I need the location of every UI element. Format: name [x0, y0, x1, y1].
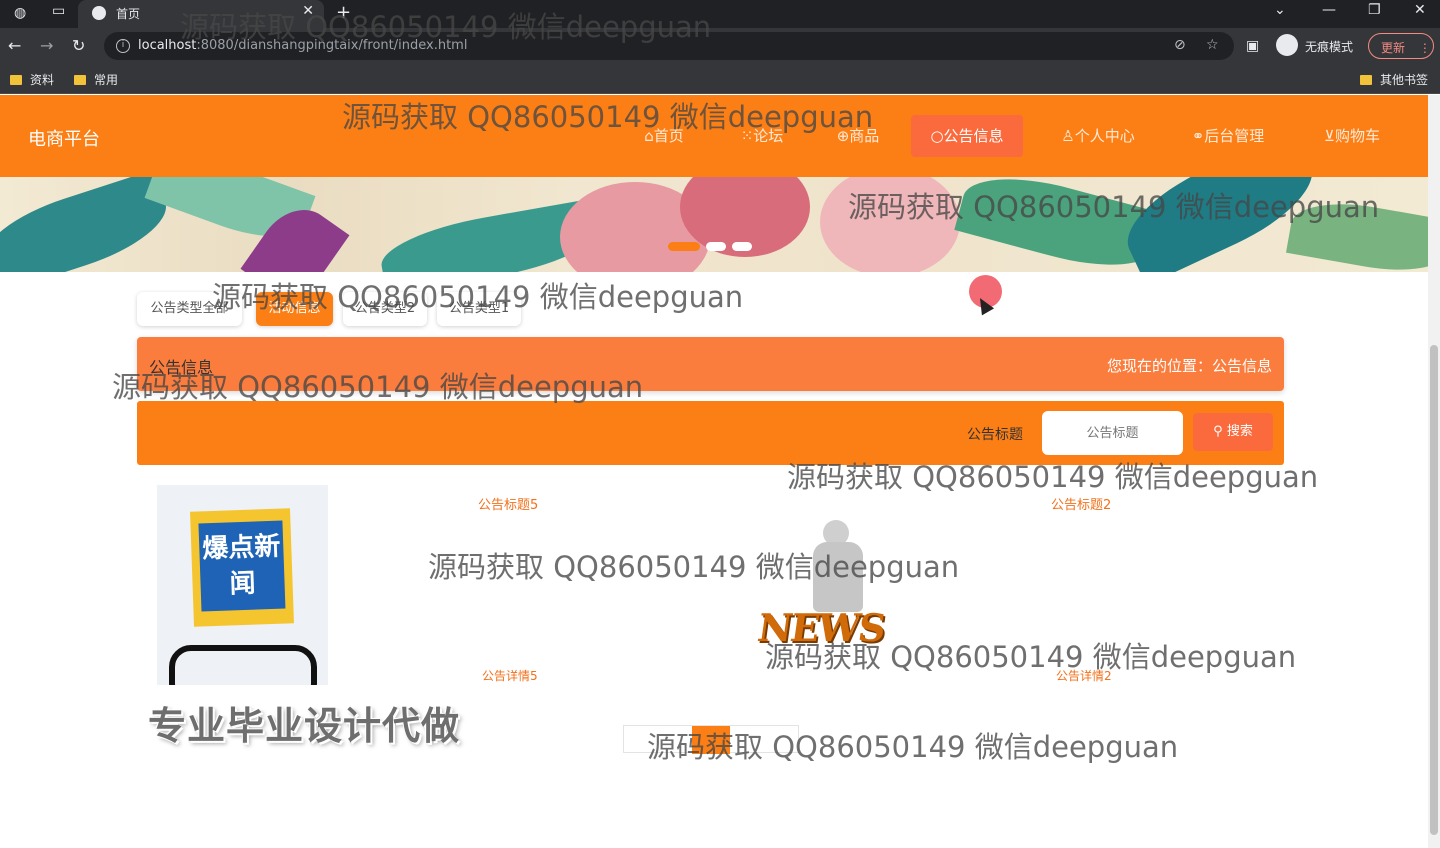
chrome-menu-icon[interactable]: ◍	[14, 6, 26, 20]
search-label: 公告标题	[967, 427, 1023, 443]
folder-icon	[74, 75, 86, 85]
phone-graphic	[169, 645, 317, 685]
cart-icon: ⊻	[1324, 127, 1335, 145]
carousel-banner[interactable]	[0, 177, 1428, 272]
home-icon: ⌂	[644, 127, 654, 145]
category-button-activity[interactable]: 活动信息	[256, 292, 333, 326]
category-button-all[interactable]: 公告类型全部	[137, 292, 242, 326]
incognito-icon	[1276, 34, 1298, 56]
pagination-current[interactable]	[692, 726, 730, 754]
pagination[interactable]	[623, 725, 799, 754]
update-button[interactable]: 更新 ⋮	[1368, 33, 1434, 59]
news-text: NEWS	[754, 605, 887, 650]
page-scrollbar[interactable]	[1428, 95, 1440, 848]
star-icon[interactable]: ☆	[1206, 37, 1219, 53]
forward-icon[interactable]: →	[40, 36, 53, 55]
search-button[interactable]: ⚲ 搜索	[1193, 413, 1273, 451]
search-input[interactable]	[1042, 411, 1183, 455]
search-bar: 公告标题 ⚲ 搜索	[137, 401, 1284, 465]
page-title: 公告信息	[149, 358, 214, 377]
figure-body	[813, 542, 863, 612]
other-bookmarks[interactable]: 其他书签	[1360, 71, 1428, 88]
forum-icon: ⁙	[740, 127, 754, 145]
notice-card-title[interactable]: 公告标题5	[478, 494, 538, 513]
nav-item-goods[interactable]: ⊕商品	[818, 115, 898, 157]
carousel-dot[interactable]	[706, 242, 726, 251]
search-icon: ⚲	[1213, 424, 1223, 439]
browser-tab[interactable]: 首页 ✕	[78, 0, 324, 28]
category-button-type1[interactable]: 公告类型1	[437, 292, 521, 326]
page-content: 电商平台 ⌂首页 ⁙论坛 ⊕商品 ○公告信息 ♙个人中心 ⚭后台管理 ⊻购物车 …	[0, 95, 1428, 848]
nav-item-admin[interactable]: ⚭后台管理	[1172, 115, 1284, 157]
flower-decoration	[820, 177, 960, 272]
notice-card-image[interactable]: NEWS	[755, 520, 887, 660]
address-toolbar: ← → ↻ i localhost:8080/dianshangpingtaix…	[0, 28, 1440, 64]
news-badge: 爆点新闻	[190, 508, 294, 627]
notice-card-desc: 公告详情5	[482, 669, 538, 683]
news-badge-text: 爆点新闻	[198, 520, 286, 612]
carousel-dot-active[interactable]	[668, 242, 700, 251]
tab-title: 首页	[116, 7, 141, 21]
breadcrumb: 您现在的位置：公告信息	[1106, 357, 1272, 375]
section-title-bar: 公告信息 您现在的位置：公告信息	[137, 337, 1284, 391]
window-close-icon[interactable]: ✕	[1414, 2, 1426, 18]
browser-tab-strip: ◍ ▭ 首页 ✕ + ⌄ — ❐ ✕	[0, 0, 1440, 28]
notice-card-title[interactable]: 公告标题2	[1051, 494, 1111, 513]
goods-icon: ⊕	[836, 127, 850, 145]
carousel-dot[interactable]	[732, 242, 752, 251]
globe-icon	[92, 6, 106, 20]
incognito-label: 无痕模式	[1305, 40, 1354, 54]
bookmark-folder[interactable]: 常用	[74, 71, 118, 88]
folder-icon	[10, 75, 22, 85]
minimize-icon[interactable]: —	[1322, 2, 1336, 18]
notice-card-desc: 公告详情2	[1056, 669, 1112, 683]
category-button-type2[interactable]: 公告类型2	[343, 292, 427, 326]
user-icon: ♙	[1061, 127, 1075, 145]
chevron-down-icon[interactable]: ⌄	[1274, 2, 1286, 18]
site-logo[interactable]: 电商平台	[28, 125, 100, 151]
bookmarks-bar: 资料 常用 其他书签	[0, 64, 1440, 94]
notice-card-image[interactable]: 爆点新闻	[157, 485, 328, 685]
close-icon[interactable]: ✕	[302, 3, 314, 19]
url-text: localhost:8080/dianshangpingtaix/front/i…	[138, 38, 468, 53]
site-header: 电商平台 ⌂首页 ⁙论坛 ⊕商品 ○公告信息 ♙个人中心 ⚭后台管理 ⊻购物车	[0, 95, 1428, 177]
notice-icon: ○	[930, 127, 944, 145]
nav-item-home[interactable]: ⌂首页	[624, 115, 704, 157]
reload-icon[interactable]: ↻	[72, 36, 85, 55]
leaf-decoration	[1286, 193, 1428, 272]
address-bar[interactable]: i localhost:8080/dianshangpingtaix/front…	[104, 32, 1234, 60]
nav-item-cart[interactable]: ⊻购物车	[1302, 115, 1402, 157]
nav-item-forum[interactable]: ⁙论坛	[722, 115, 802, 157]
link-icon: ⚭	[1191, 127, 1205, 145]
folder-icon	[1360, 75, 1372, 85]
bookmark-folder[interactable]: 资料	[10, 71, 54, 88]
promo-text: 专业毕业设计代做	[148, 704, 461, 748]
eye-off-icon[interactable]: ⊘	[1174, 37, 1186, 53]
sidebar-icon[interactable]: ▣	[1246, 38, 1259, 54]
restore-icon[interactable]: ❐	[1368, 2, 1381, 18]
back-icon[interactable]: ←	[8, 36, 21, 55]
info-icon[interactable]: i	[116, 39, 130, 53]
tab-search-icon[interactable]: ▭	[52, 4, 65, 18]
nav-item-notice[interactable]: ○公告信息	[911, 115, 1023, 157]
scrollbar-thumb[interactable]	[1430, 345, 1438, 835]
nav-item-profile[interactable]: ♙个人中心	[1042, 115, 1154, 157]
new-tab-icon[interactable]: +	[336, 2, 351, 23]
